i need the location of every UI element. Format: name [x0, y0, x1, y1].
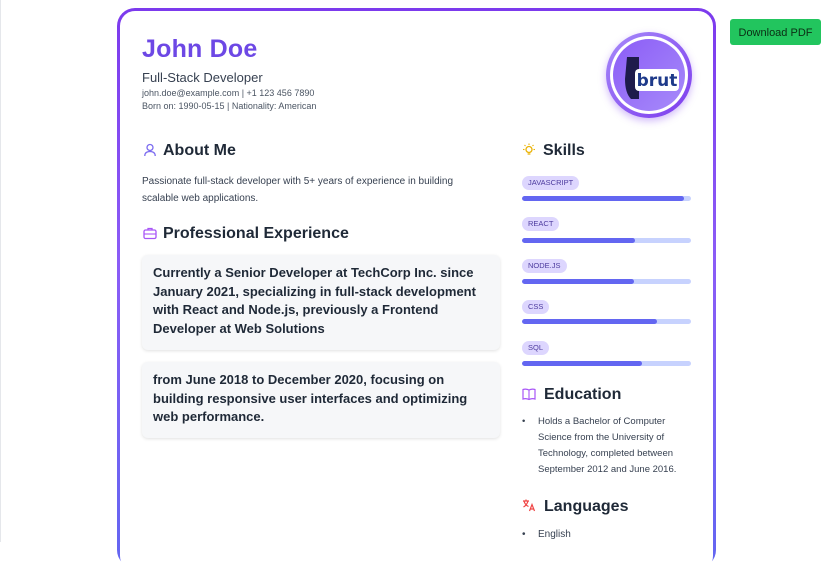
skill-badge: Node.js [522, 259, 567, 273]
user-icon [144, 143, 156, 157]
avatar-image: brut [613, 39, 685, 111]
skill-badge: React [522, 217, 560, 231]
skill-bar [522, 196, 691, 201]
experience-text: from June 2018 to December 2020, focusin… [153, 372, 468, 424]
bullet: • [522, 529, 526, 540]
languages-list: • English [522, 527, 571, 543]
experience-text: Currently a Senior Developer at TechCorp… [153, 265, 476, 336]
book-icon [522, 388, 536, 401]
skill-bar-fill [522, 238, 636, 243]
skill-bar [522, 319, 691, 324]
skill-bar-fill [522, 196, 685, 201]
profile-role: Full-Stack Developer [142, 70, 263, 85]
education-item: • Holds a Bachelor of Computer Science fr… [522, 414, 697, 478]
skill-bar-fill [522, 279, 634, 284]
avatar-logo-text: brut [637, 71, 678, 91]
briefcase-icon [143, 227, 157, 240]
bullet: • [522, 416, 526, 427]
education-list: • Holds a Bachelor of Computer Science fr… [522, 414, 697, 478]
lightbulb-icon [523, 143, 535, 155]
translate-icon [523, 499, 536, 512]
skill-bar-fill [522, 319, 658, 324]
skill-bar [522, 361, 691, 366]
experience-title: Professional Experience [163, 225, 349, 242]
skill-badge: JavaScript [522, 176, 580, 190]
skill-bar-fill [522, 361, 642, 366]
avatar: brut [606, 32, 692, 118]
education-item-text: Holds a Bachelor of Computer Science fro… [538, 416, 677, 475]
languages-title: Languages [544, 498, 629, 515]
language-item-text: English [538, 529, 571, 540]
skill-bar [522, 238, 691, 243]
skill-badge: CSS [522, 300, 550, 314]
viewport-edge [0, 0, 1, 542]
experience-card: from June 2018 to December 2020, focusin… [142, 362, 500, 438]
profile-contact: john.doe@example.com | +1 123 456 7890 [142, 88, 315, 98]
skills-title: Skills [543, 142, 585, 159]
about-text: Passionate full-stack developer with 5+ … [142, 176, 454, 204]
skill-bar [522, 279, 691, 284]
profile-name: John Doe [142, 35, 258, 63]
education-title: Education [544, 386, 622, 403]
profile-born: Born on: 1990-05-15 | Nationality: Ameri… [142, 101, 317, 111]
language-item: • English [522, 527, 571, 543]
experience-card: Currently a Senior Developer at TechCorp… [142, 255, 500, 350]
skill-badge: SQL [522, 341, 550, 355]
about-title: About Me [163, 142, 236, 159]
download-pdf-button[interactable]: Download PDF [730, 19, 821, 45]
